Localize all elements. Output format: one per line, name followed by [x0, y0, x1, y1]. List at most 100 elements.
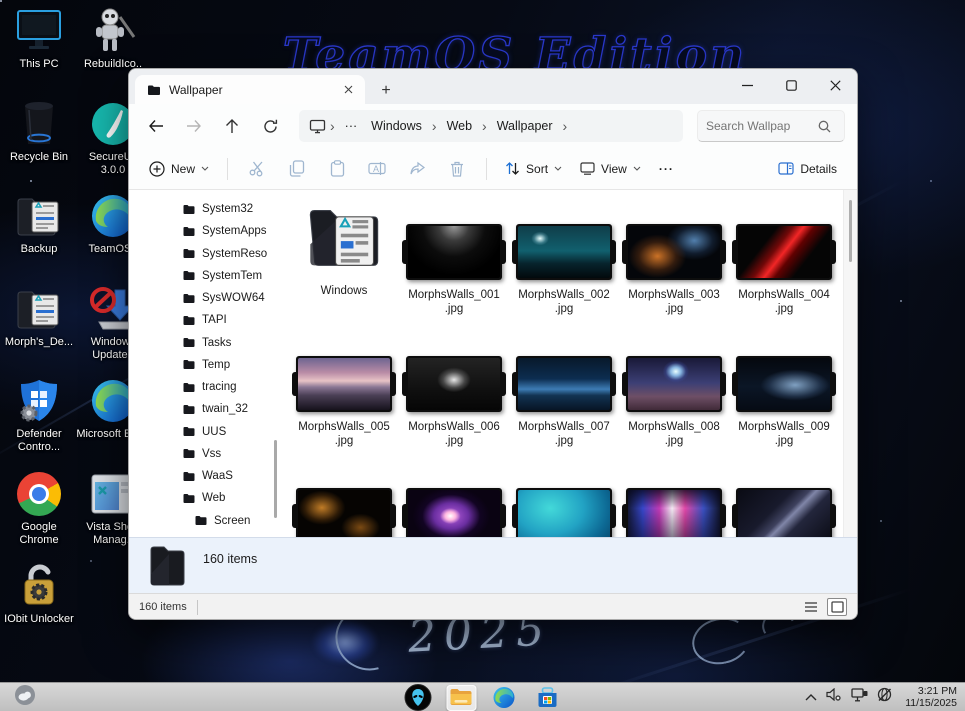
delete-button[interactable] [441, 154, 473, 184]
desktop-icon-label: Morph's_De... [5, 336, 73, 349]
details-pane-toggle-button[interactable]: Details [770, 156, 845, 182]
file-item[interactable]: MorphsWalls_005.jpg [289, 326, 399, 458]
paste-button[interactable] [321, 154, 353, 184]
network-ethernet-icon[interactable] [851, 688, 868, 707]
taskbar-file-explorer-icon[interactable] [446, 685, 476, 711]
file-ext: .jpg [335, 435, 354, 447]
sidebar-scrollbar-thumb[interactable] [274, 440, 277, 518]
tray-chevron-up-icon[interactable] [805, 688, 817, 706]
tree-item-screen[interactable]: Screen [129, 510, 279, 532]
file-item[interactable]: MorphsWalls_007.jpg [509, 326, 619, 458]
explorer-body: System32 SystemApps SystemReso SystemTem… [129, 190, 857, 537]
image-thumbnail-frame [516, 224, 612, 280]
folder-icon [183, 270, 195, 281]
tree-item-systemapps[interactable]: SystemApps [129, 220, 279, 242]
folder-icon [183, 293, 195, 304]
file-item-windows-folder[interactable]: Windows [289, 194, 399, 326]
file-item[interactable]: MorphsWalls_001.jpg [399, 194, 509, 326]
desktop-icon-backup[interactable]: Backup [2, 187, 76, 280]
folder-icon [183, 404, 195, 415]
sort-button[interactable]: Sort [497, 155, 570, 182]
maximize-button[interactable] [769, 69, 813, 101]
tree-item-temp[interactable]: Temp [129, 354, 279, 376]
tab-close-icon[interactable] [339, 81, 357, 99]
tree-item-systemtemp[interactable]: SystemTem [129, 265, 279, 287]
breadcrumb-segment-wallpaper[interactable]: Wallpaper [491, 116, 559, 136]
taskbar-edge-icon[interactable] [489, 685, 519, 711]
file-item[interactable] [619, 458, 729, 537]
image-thumbnail [518, 226, 610, 278]
tree-item-web[interactable]: Web [129, 487, 279, 509]
tree-item-vss[interactable]: Vss [129, 443, 279, 465]
clock[interactable]: 3:21 PM 11/15/2025 [905, 685, 957, 709]
desktop-icon-recycle-bin[interactable]: Recycle Bin [2, 95, 76, 188]
start-button-alien-icon[interactable] [403, 685, 433, 711]
breadcrumb-overflow[interactable]: ··· [339, 116, 364, 136]
desktop-icon-defender[interactable]: Defender Contro... [2, 372, 76, 465]
this-pc-icon[interactable] [309, 119, 326, 134]
tree-item-system32[interactable]: System32 [129, 198, 279, 220]
explorer-tab-wallpaper[interactable]: Wallpaper [135, 75, 365, 104]
tree-item-tracing[interactable]: tracing [129, 376, 279, 398]
taskbar-store-icon[interactable] [532, 685, 562, 711]
new-button[interactable]: New [141, 155, 217, 183]
share-button[interactable] [401, 154, 433, 184]
file-item[interactable]: MorphsWalls_008.jpg [619, 326, 729, 458]
image-thumbnail [518, 490, 610, 537]
file-name: MorphsWalls_004 [738, 289, 830, 301]
up-button[interactable] [215, 110, 249, 142]
content-scrollbar-track[interactable] [843, 190, 857, 537]
file-name: MorphsWalls_001 [408, 289, 500, 301]
close-button[interactable] [813, 69, 857, 101]
view-button[interactable]: View [572, 156, 649, 182]
tree-item-wallpaper[interactable]: Wallpaper [129, 532, 279, 537]
file-item[interactable]: MorphsWalls_009.jpg [729, 326, 839, 458]
refresh-button[interactable] [253, 110, 287, 142]
file-item[interactable]: MorphsWalls_003.jpg [619, 194, 729, 326]
breadcrumb-chevron-icon: › [328, 118, 337, 134]
more-options-button[interactable]: ··· [651, 156, 682, 182]
file-item[interactable]: MorphsWalls_006.jpg [399, 326, 509, 458]
desktop-icon-morphs[interactable]: Morph's_De... [2, 280, 76, 373]
tree-item-tasks[interactable]: Tasks [129, 332, 279, 354]
new-tab-button[interactable]: + [373, 78, 399, 104]
file-item[interactable]: MorphsWalls_002.jpg [509, 194, 619, 326]
image-thumbnail [628, 358, 720, 410]
tree-item-uus[interactable]: UUS [129, 421, 279, 443]
content-scrollbar-thumb[interactable] [849, 200, 852, 262]
forward-button[interactable] [177, 110, 211, 142]
details-view-toggle-icon[interactable] [801, 598, 821, 616]
tree-item-waas[interactable]: WaaS [129, 465, 279, 487]
breadcrumb-segment-windows[interactable]: Windows [365, 116, 428, 136]
selected-folder-icon [143, 544, 189, 588]
file-item[interactable]: MorphsWalls_004.jpg [729, 194, 839, 326]
no-internet-globe-icon[interactable] [877, 687, 892, 707]
desktop-icon-label: This PC [19, 58, 58, 71]
breadcrumb-segment-web[interactable]: Web [441, 116, 478, 136]
desktop-icon-iobit-unlocker[interactable]: IObit Unlocker [2, 557, 76, 650]
file-explorer-window: Wallpaper + › ··· Windows › Web › [128, 68, 858, 620]
file-item[interactable] [289, 458, 399, 537]
file-item[interactable] [729, 458, 839, 537]
tree-item-systemresources[interactable]: SystemReso [129, 243, 279, 265]
file-item[interactable] [509, 458, 619, 537]
rename-button[interactable]: A [361, 154, 393, 184]
file-item[interactable] [399, 458, 509, 537]
search-input[interactable] [706, 119, 818, 133]
minimize-button[interactable] [725, 69, 769, 101]
desktop-icon-label: Recycle Bin [10, 151, 68, 164]
weather-widget[interactable] [14, 684, 36, 711]
image-thumbnail-frame [406, 488, 502, 537]
large-icons-view-toggle-icon[interactable] [827, 598, 847, 616]
desktop-icon-chrome[interactable]: Google Chrome [2, 465, 76, 558]
recycle-bin-icon [14, 99, 64, 149]
cut-button[interactable] [241, 154, 273, 184]
tree-item-tapi[interactable]: TAPI [129, 309, 279, 331]
volume-muted-icon[interactable] [826, 688, 842, 706]
tree-item-twain32[interactable]: twain_32 [129, 398, 279, 420]
desktop-icon-this-pc[interactable]: This PC [2, 2, 76, 95]
copy-button[interactable] [281, 154, 313, 184]
tree-item-syswow64[interactable]: SysWOW64 [129, 287, 279, 309]
back-button[interactable] [139, 110, 173, 142]
folder-icon [183, 248, 195, 259]
